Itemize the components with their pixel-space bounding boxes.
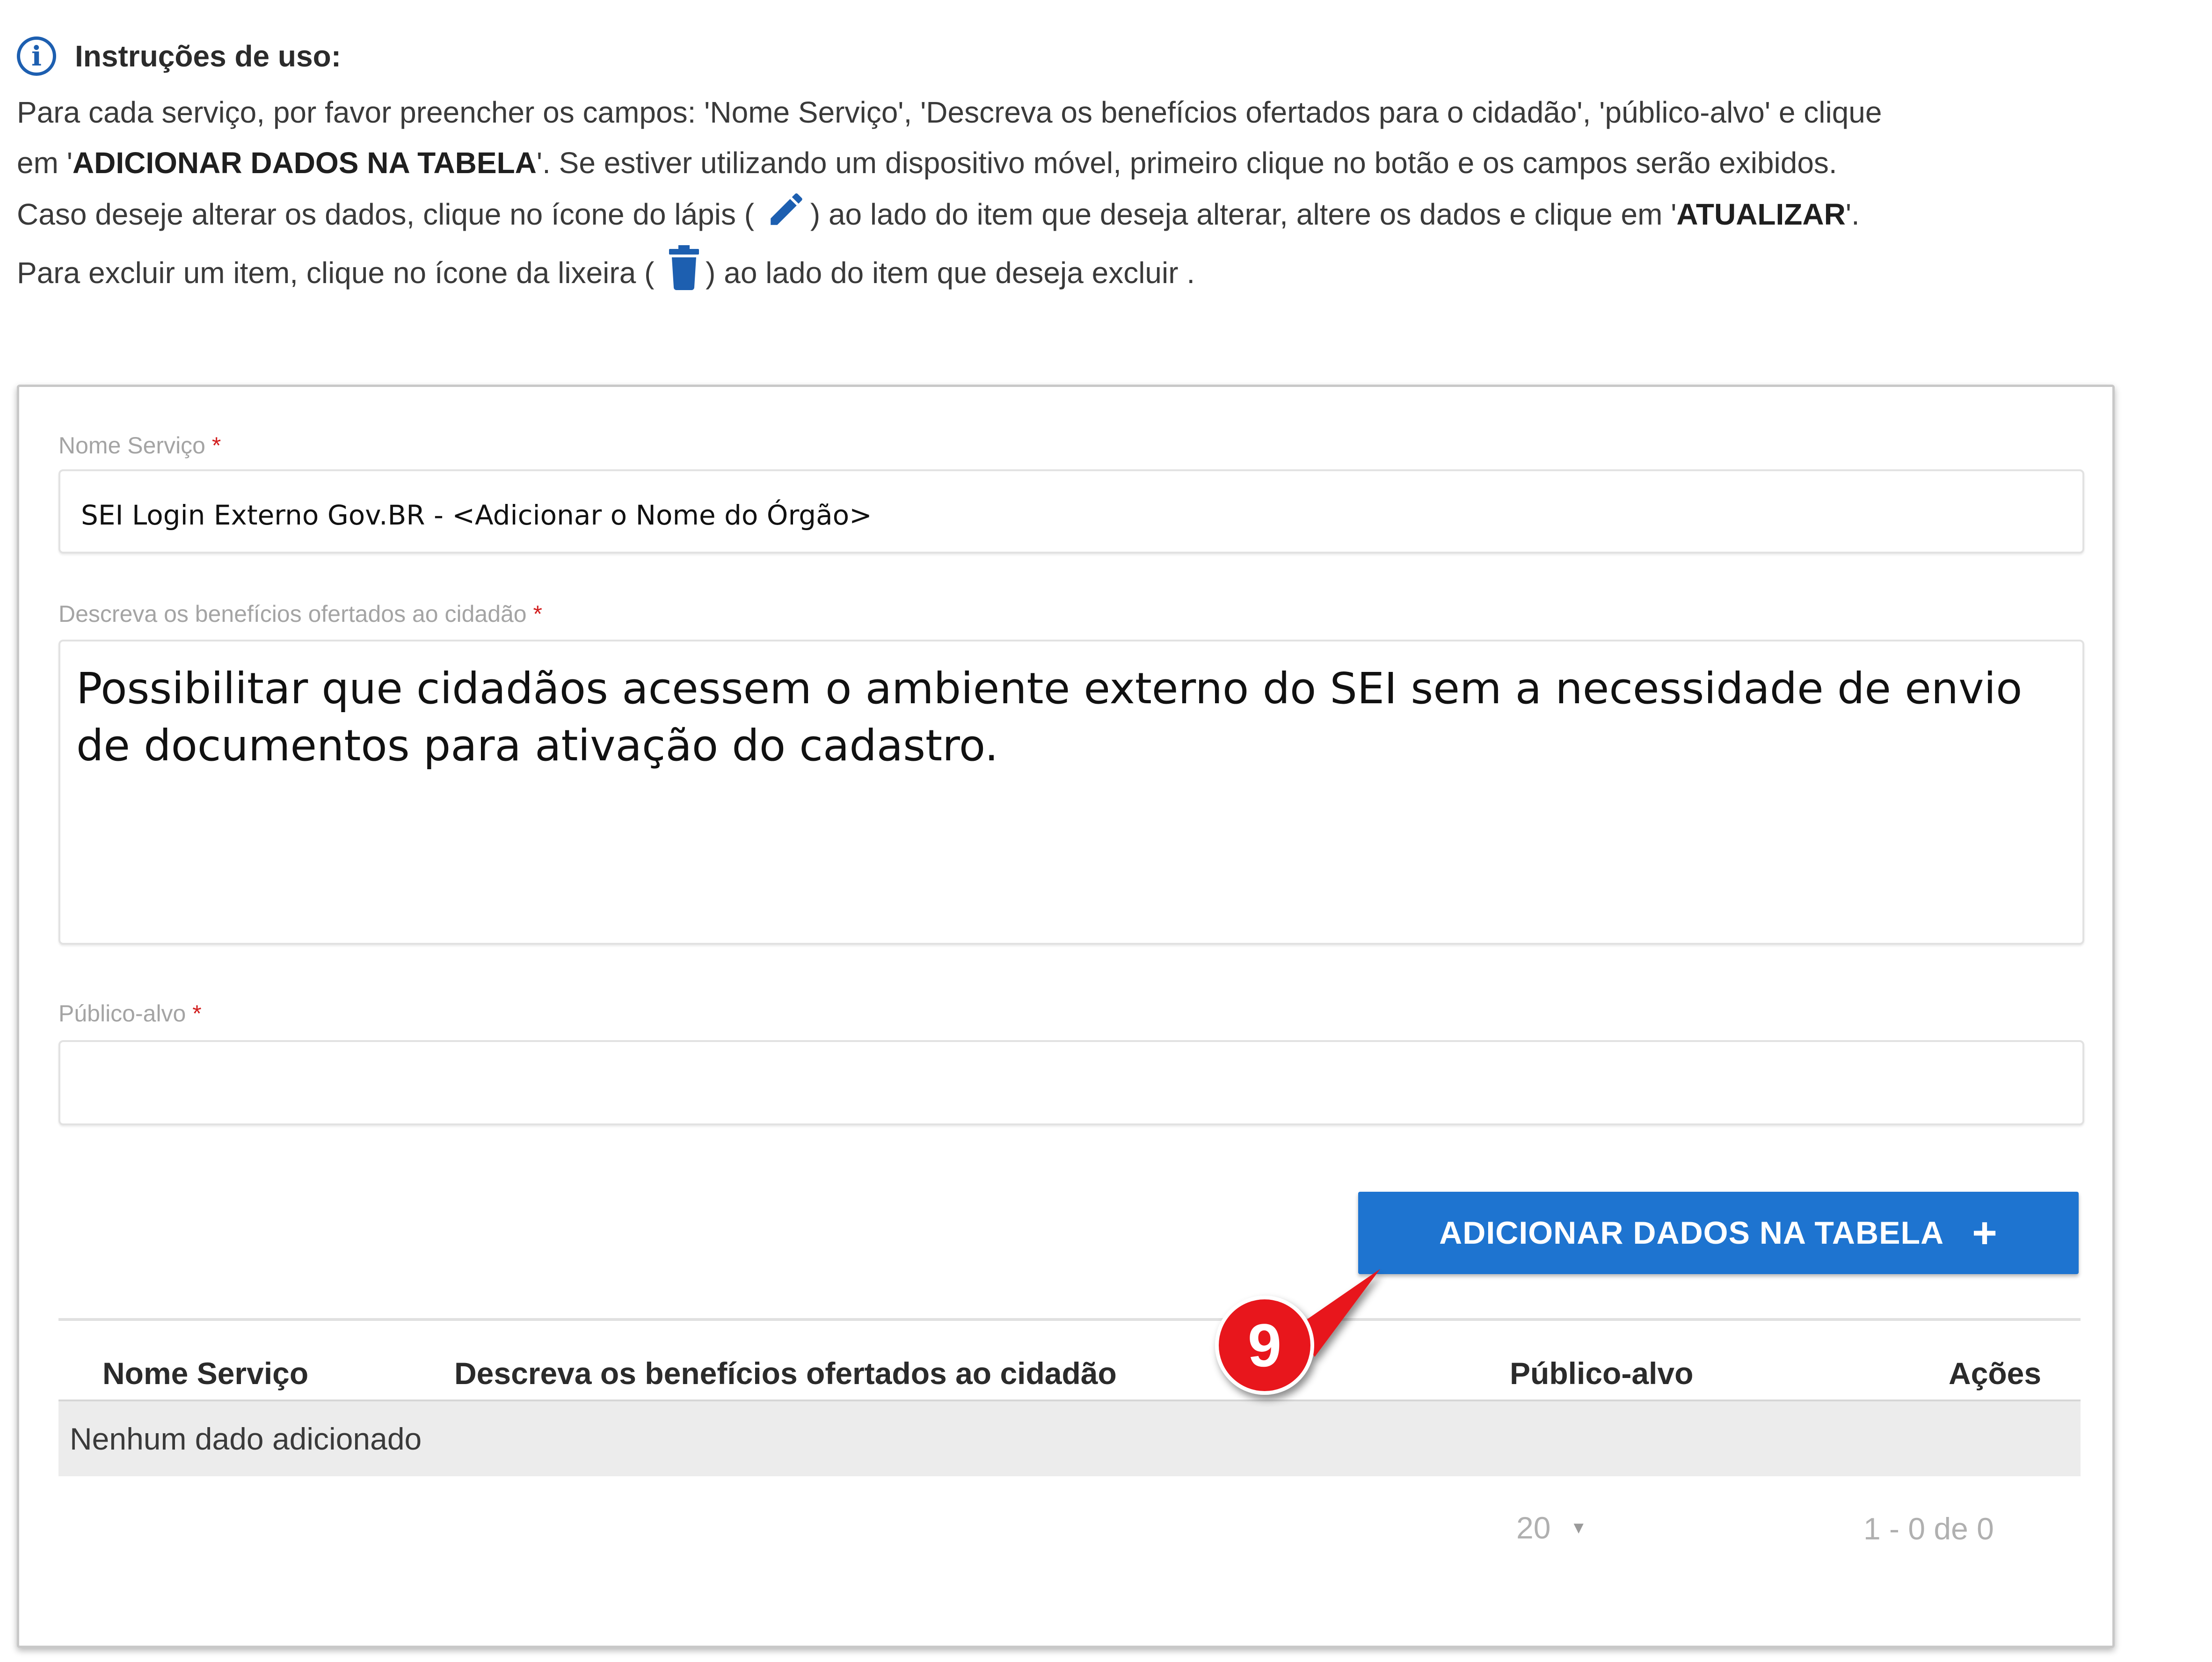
empty-message: Nenhum dado adicionado (70, 1421, 422, 1456)
plus-icon: + (1972, 1209, 1998, 1257)
table-empty-row: Nenhum dado adicionado (58, 1400, 2081, 1476)
instructions-line-2-post: '. Se estiver utilizando um dispositivo … (536, 146, 1837, 180)
instructions-header: i Instruções de uso: (17, 28, 2141, 84)
required-mark: * (211, 432, 221, 459)
instructions-line-3-post: '. (1845, 197, 1860, 231)
publico-alvo-input[interactable] (58, 1040, 2084, 1125)
trash-icon (665, 245, 703, 305)
instructions-line-2-pre: em ' (17, 146, 73, 180)
nome-servico-value: SEI Login Externo Gov.BR - <Adicionar o … (81, 499, 872, 531)
instructions-line-4-pre: Para excluir um item, clique no ícone da… (17, 255, 655, 290)
beneficios-value: Possibilitar que cidadãos acessem o ambi… (76, 663, 2023, 771)
instructions-line-3-bold: ATUALIZAR (1676, 197, 1846, 231)
required-mark: * (533, 601, 542, 627)
instructions-title: Instruções de uso: (75, 39, 341, 73)
nome-servico-input[interactable]: SEI Login Externo Gov.BR - <Adicionar o … (58, 469, 2084, 554)
instructions-line-4: Para excluir um item, clique no ícone da… (17, 245, 2141, 305)
column-header-publico-alvo[interactable]: Público-alvo (1510, 1356, 1693, 1391)
page-size-value: 20 (1516, 1510, 1551, 1545)
step-number: 9 (1247, 1311, 1282, 1379)
instructions-line-2-bold: ADICIONAR DADOS NA TABELA (72, 146, 537, 180)
instructions-line-4-post: ) ao lado do item que deseja excluir . (706, 255, 1195, 290)
instructions-line-1: Para cada serviço, por favor preencher o… (17, 87, 2141, 138)
add-data-button[interactable]: ADICIONAR DADOS NA TABELA + (1358, 1192, 2079, 1274)
pencil-icon (765, 188, 808, 245)
required-mark: * (192, 1000, 202, 1027)
pagination-range: 1 - 0 de 0 (1863, 1511, 1994, 1546)
instructions-text: Para cada serviço, por favor preencher o… (17, 87, 2141, 305)
instructions-line-2: em 'ADICIONAR DADOS NA TABELA'. Se estiv… (17, 138, 2141, 188)
nome-servico-label: Nome Serviço * (58, 432, 221, 459)
publico-alvo-label-text: Público-alvo (58, 1000, 186, 1027)
nome-servico-label-text: Nome Serviço (58, 432, 205, 459)
instructions-line-3-mid: ) ao lado do item que deseja alterar, al… (810, 197, 1677, 231)
add-data-button-label: ADICIONAR DADOS NA TABELA (1439, 1215, 1944, 1251)
instructions-line-1-text: Para cada serviço, por favor preencher o… (17, 95, 1882, 129)
beneficios-label-text: Descreva os benefícios ofertados ao cida… (58, 601, 527, 627)
table-top-divider (58, 1318, 2081, 1321)
info-icon: i (17, 36, 56, 76)
instructions-block: i Instruções de uso: Para cada serviço, … (17, 28, 2141, 305)
instructions-line-3-pre: Caso deseje alterar os dados, clique no … (17, 197, 755, 231)
instructions-line-3: Caso deseje alterar os dados, clique no … (17, 188, 2141, 245)
beneficios-textarea[interactable]: Possibilitar que cidadãos acessem o ambi… (58, 640, 2084, 945)
page-size-select[interactable]: 20 ▼ (1516, 1510, 1587, 1545)
service-form-card: Nome Serviço * SEI Login Externo Gov.BR … (17, 385, 2115, 1648)
caret-down-icon: ▼ (1570, 1518, 1587, 1537)
beneficios-label: Descreva os benefícios ofertados ao cida… (58, 600, 542, 627)
publico-alvo-label: Público-alvo * (58, 1000, 202, 1027)
column-header-acoes: Ações (1949, 1356, 2042, 1391)
column-header-beneficios[interactable]: Descreva os benefícios ofertados ao cida… (454, 1356, 1117, 1391)
column-header-nome-servico[interactable]: Nome Serviço (102, 1356, 308, 1391)
